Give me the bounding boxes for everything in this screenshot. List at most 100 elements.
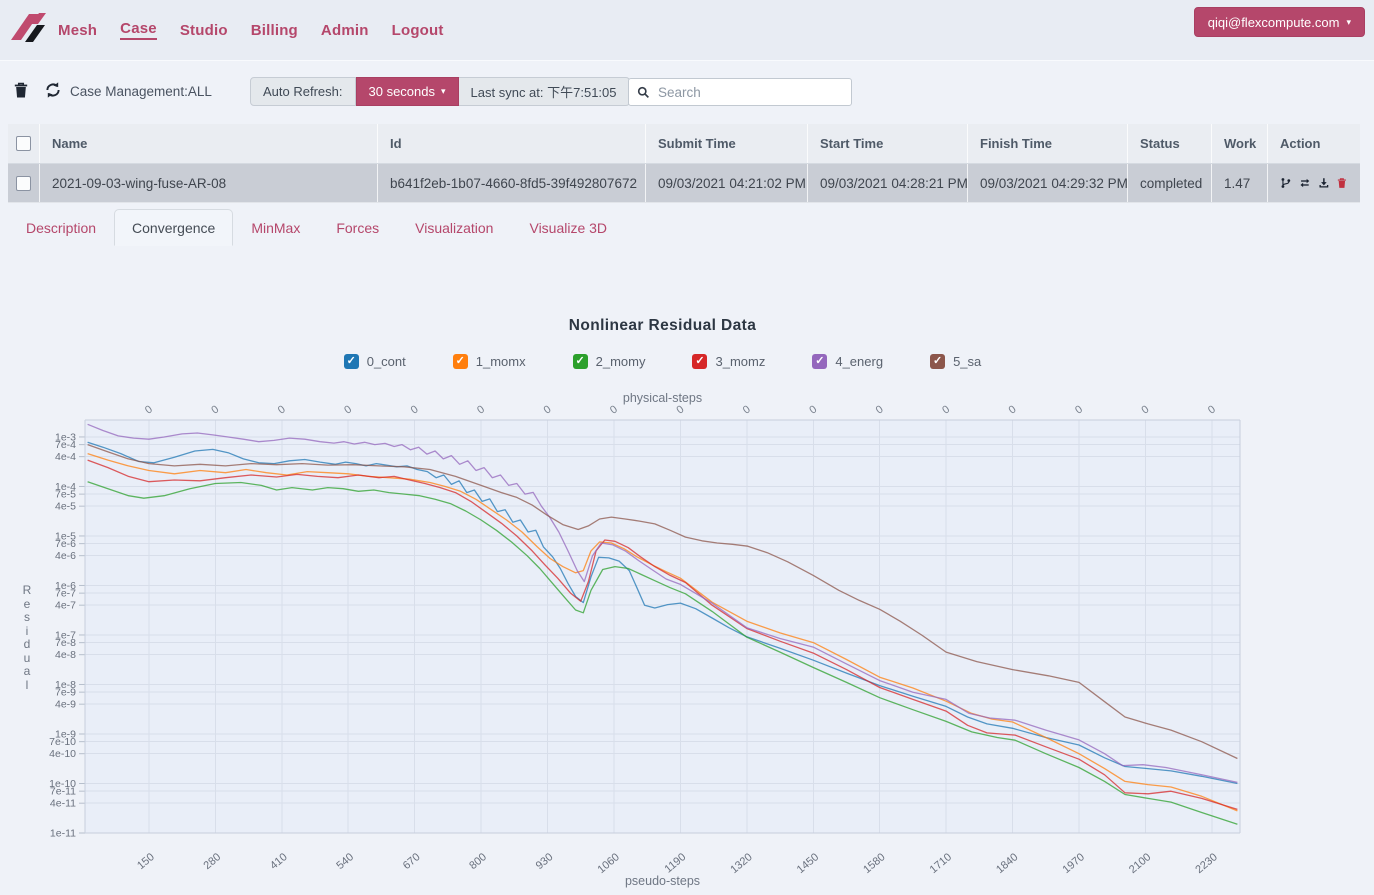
x-tick-label: 670 <box>401 851 423 872</box>
residual-line-chart[interactable]: 1e-37e-44e-41e-47e-54e-51e-57e-64e-61e-6… <box>0 393 1374 895</box>
top-x-tick-label: 0 <box>1206 403 1218 416</box>
sync-icon[interactable] <box>44 81 62 99</box>
legend-label: 3_momz <box>715 354 766 369</box>
code-branch-icon[interactable] <box>1280 176 1292 190</box>
tab-minmax[interactable]: MinMax <box>233 209 318 246</box>
legend-label: 4_energ <box>835 354 884 369</box>
y-tick-label: 7e-9 <box>55 687 76 699</box>
top-x-tick-label: 0 <box>807 403 819 416</box>
row-select-cell <box>8 164 40 202</box>
refresh-interval-dropdown[interactable]: 30 seconds ▾ <box>355 77 459 106</box>
x-axis-title: pseudo-steps <box>625 874 700 888</box>
legend-item-2_momy[interactable]: ✓ 2_momy <box>572 354 645 369</box>
last-sync-label: Last sync at: 下午7:51:05 <box>458 77 630 106</box>
top-x-tick-label: 0 <box>276 403 288 416</box>
detail-tabs: Description Convergence MinMax Forces Visual… <box>8 209 625 246</box>
trash-icon[interactable] <box>12 81 30 99</box>
legend-item-1_momx[interactable]: ✓ 1_momx <box>452 354 526 369</box>
y-tick-label: 4e-8 <box>55 649 76 661</box>
y-tick-label: 7e-7 <box>55 588 76 600</box>
legend-item-3_momz[interactable]: ✓ 3_momz <box>692 354 765 369</box>
top-x-tick-label: 0 <box>409 403 421 416</box>
legend-checkbox-checked-icon[interactable]: ✓ <box>452 354 468 369</box>
column-header-start_time: Start Time <box>808 124 968 163</box>
tab-forces[interactable]: Forces <box>318 209 397 246</box>
legend-item-0_cont[interactable]: ✓ 0_cont <box>343 354 406 369</box>
x-tick-label: 540 <box>334 851 356 872</box>
y-tick-label: 4e-5 <box>55 501 76 513</box>
select-all-checkbox[interactable] <box>16 136 31 151</box>
cell-actions <box>1268 164 1360 202</box>
column-header-status: Status <box>1128 124 1212 163</box>
auto-refresh-label: Auto Refresh: <box>250 77 356 106</box>
y-tick-label: 4e-11 <box>50 798 76 810</box>
flexcompute-logo[interactable] <box>8 10 50 50</box>
refresh-interval-value: 30 seconds <box>368 84 436 99</box>
nav-item-admin[interactable]: Admin <box>321 22 369 39</box>
case-toolbar: Case Management:ALL Auto Refresh: 30 sec… <box>0 75 1374 109</box>
download-icon[interactable] <box>1318 176 1330 190</box>
y-tick-label: 7e-11 <box>50 786 76 798</box>
y-tick-label: 1e-11 <box>50 828 76 840</box>
cell-status: completed <box>1128 164 1212 202</box>
column-header-name: Name <box>40 124 378 163</box>
legend-checkbox-checked-icon[interactable]: ✓ <box>692 354 708 369</box>
plot-area[interactable] <box>85 420 1240 833</box>
top-x-tick-label: 0 <box>1007 403 1019 416</box>
retweet-icon[interactable] <box>1299 176 1311 190</box>
nav-item-studio[interactable]: Studio <box>180 22 228 39</box>
x-tick-label: 2100 <box>1127 851 1153 876</box>
trash-icon[interactable] <box>1336 176 1348 190</box>
caret-down-icon: ▾ <box>441 86 446 96</box>
y-tick-label: 7e-5 <box>55 489 76 501</box>
tab-convergence[interactable]: Convergence <box>114 209 234 246</box>
column-header-submit_time: Submit Time <box>646 124 808 163</box>
search-input[interactable] <box>656 83 843 101</box>
caret-down-icon: ▾ <box>1346 16 1351 27</box>
tab-visualize-3d[interactable]: Visualize 3D <box>511 209 625 246</box>
row-checkbox[interactable] <box>16 175 31 191</box>
x-tick-label: 1580 <box>861 851 887 876</box>
tab-visualization[interactable]: Visualization <box>397 209 511 246</box>
x-tick-label: 800 <box>467 851 489 872</box>
nav-menu: Mesh Case Studio Billing Admin Logout <box>58 0 444 60</box>
y-tick-label: 7e-4 <box>55 439 76 451</box>
y-tick-label: 7e-8 <box>55 637 76 649</box>
nav-item-case[interactable]: Case <box>120 20 157 40</box>
cell-id: b641f2eb-1b07-4660-8fd5-39f492807672 <box>378 164 646 202</box>
table-row[interactable]: 2021-09-03-wing-fuse-AR-08 b641f2eb-1b07-… <box>8 164 1360 202</box>
search-box <box>628 78 852 106</box>
top-x-tick-label: 0 <box>940 403 952 416</box>
y-tick-label: 7e-6 <box>55 538 76 550</box>
top-x-tick-label: 0 <box>475 403 487 416</box>
top-x-tick-label: 0 <box>143 403 155 416</box>
x-tick-label: 1060 <box>595 851 621 876</box>
top-x-tick-label: 0 <box>608 403 620 416</box>
nav-item-billing[interactable]: Billing <box>251 22 298 39</box>
x-tick-label: 1320 <box>728 851 754 876</box>
x-tick-label: 1970 <box>1060 851 1086 876</box>
y-tick-label: 4e-6 <box>55 550 76 562</box>
y-tick-label: 4e-9 <box>55 699 76 711</box>
x-tick-label: 1840 <box>994 851 1020 876</box>
page-title: Case Management:ALL <box>70 84 212 99</box>
top-x-tick-label: 0 <box>542 403 554 416</box>
tab-description[interactable]: Description <box>8 209 114 246</box>
legend-checkbox-checked-icon[interactable]: ✓ <box>930 354 946 369</box>
auto-refresh-group: Auto Refresh: 30 seconds ▾ Last sync at:… <box>250 77 630 106</box>
legend-checkbox-checked-icon[interactable]: ✓ <box>572 354 588 369</box>
legend-item-5_sa[interactable]: ✓ 5_sa <box>930 354 981 369</box>
legend-checkbox-checked-icon[interactable]: ✓ <box>343 354 359 369</box>
nav-item-logout[interactable]: Logout <box>392 22 444 39</box>
legend-checkbox-checked-icon[interactable]: ✓ <box>812 354 828 369</box>
search-icon <box>637 86 649 98</box>
nav-item-mesh[interactable]: Mesh <box>58 22 97 39</box>
user-email: qiqi@flexcompute.com <box>1207 14 1340 30</box>
x-tick-label: 930 <box>534 851 556 872</box>
legend-item-4_energ[interactable]: ✓ 4_energ <box>812 354 883 369</box>
top-x-axis-title: physical-steps <box>623 393 702 405</box>
cell-submit_time: 09/03/2021 04:21:02 PM <box>646 164 808 202</box>
navbar: Mesh Case Studio Billing Admin Logout qiqi@fl… <box>0 0 1374 60</box>
top-x-tick-label: 0 <box>674 403 686 416</box>
user-menu-button[interactable]: qiqi@flexcompute.com ▾ <box>1193 7 1365 37</box>
